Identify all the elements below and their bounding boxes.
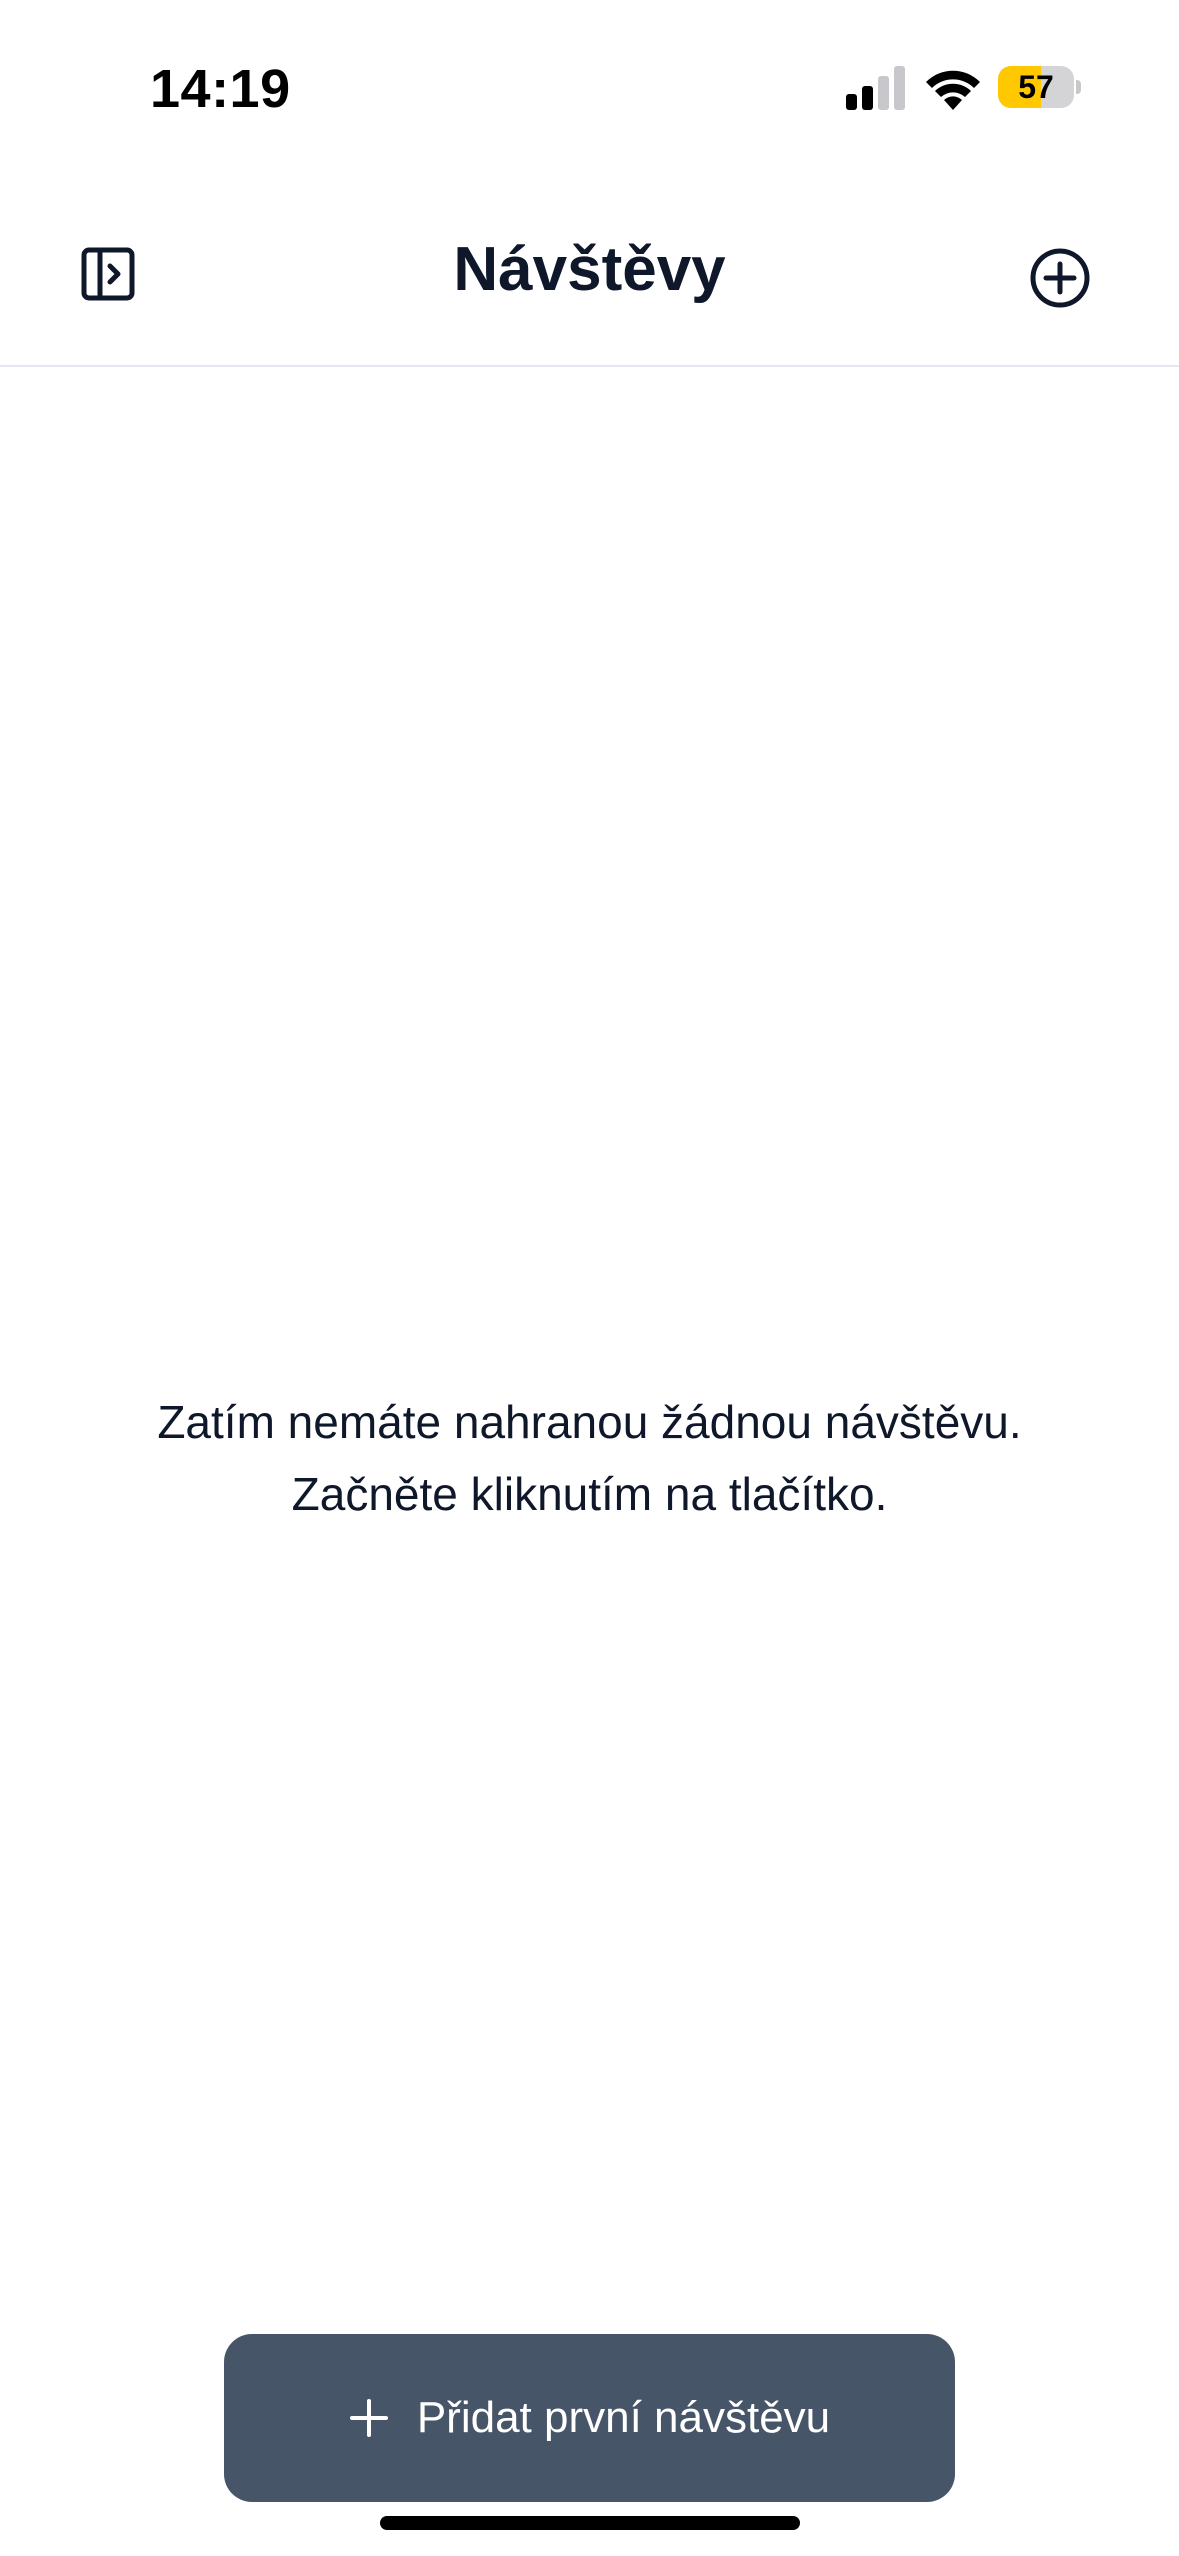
navigation-bar: Návštěvy: [0, 180, 1179, 367]
wifi-icon: [926, 70, 980, 110]
plus-icon: [349, 2399, 388, 2437]
plus-circle-icon: [1030, 248, 1090, 308]
status-time: 14:19: [150, 59, 291, 119]
empty-state-message: Zatím nemáte nahranou žádnou návštěvu. Z…: [0, 1386, 1179, 1530]
empty-state-line-2: Začněte kliknutím na tlačítko.: [291, 1468, 888, 1520]
battery-level: 57: [1018, 69, 1054, 105]
cellular-signal-icon: [846, 66, 905, 110]
add-visit-button[interactable]: [1018, 236, 1102, 320]
empty-state-line-1: Zatím nemáte nahranou žádnou návštěvu.: [157, 1396, 1022, 1448]
home-indicator[interactable]: [380, 2516, 800, 2530]
battery-indicator: 57: [998, 66, 1081, 108]
page-title: Návštěvy: [453, 235, 726, 304]
status-bar: 14:19 57: [0, 0, 1179, 180]
add-first-visit-label: Přidat první návštěvu: [416, 2393, 831, 2442]
add-first-visit-button[interactable]: Přidat první návštěvu: [224, 2334, 955, 2502]
visits-screen: 14:19 57 Návštěvy Zatím nemáte nahranou …: [0, 0, 1179, 2556]
